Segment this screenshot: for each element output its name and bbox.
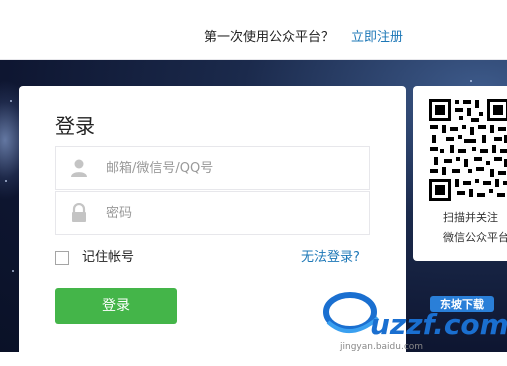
star	[5, 180, 7, 182]
qr-caption-line2: 微信公众平台	[443, 231, 507, 244]
account-input[interactable]	[106, 157, 356, 179]
lock-icon	[69, 202, 89, 223]
password-input[interactable]	[106, 202, 356, 224]
star	[470, 80, 472, 82]
login-title: 登录	[55, 114, 95, 138]
user-icon	[69, 158, 89, 178]
remember-label[interactable]: 记住帐号	[82, 249, 134, 267]
first-time-prompt: 第一次使用公众平台？	[204, 30, 335, 45]
qr-caption: 扫描并关注 微信公众平台	[443, 208, 507, 248]
cant-login-link[interactable]: 无法登录?	[301, 249, 360, 267]
register-link[interactable]: 立即注册	[351, 29, 403, 47]
site-watermark: 东坡下载 uzzf.com jingyan.baidu.com	[320, 282, 507, 352]
qr-card: 扫描并关注 微信公众平台	[413, 86, 507, 261]
watermark-brand: uzzf.com	[370, 308, 507, 341]
password-field[interactable]	[55, 191, 370, 235]
star	[12, 270, 14, 272]
login-button[interactable]: 登录	[55, 288, 177, 324]
star	[10, 100, 12, 102]
watermark-source: jingyan.baidu.com	[339, 342, 423, 352]
account-field[interactable]	[55, 146, 370, 190]
uzzf-logo: 东坡下载 uzzf.com jingyan.baidu.com	[323, 292, 507, 352]
qr-code-image	[428, 98, 507, 202]
qr-caption-line1: 扫描并关注	[443, 211, 498, 224]
top-bar: 第一次使用公众平台？ 立即注册	[0, 0, 507, 60]
remember-checkbox[interactable]	[55, 251, 69, 265]
